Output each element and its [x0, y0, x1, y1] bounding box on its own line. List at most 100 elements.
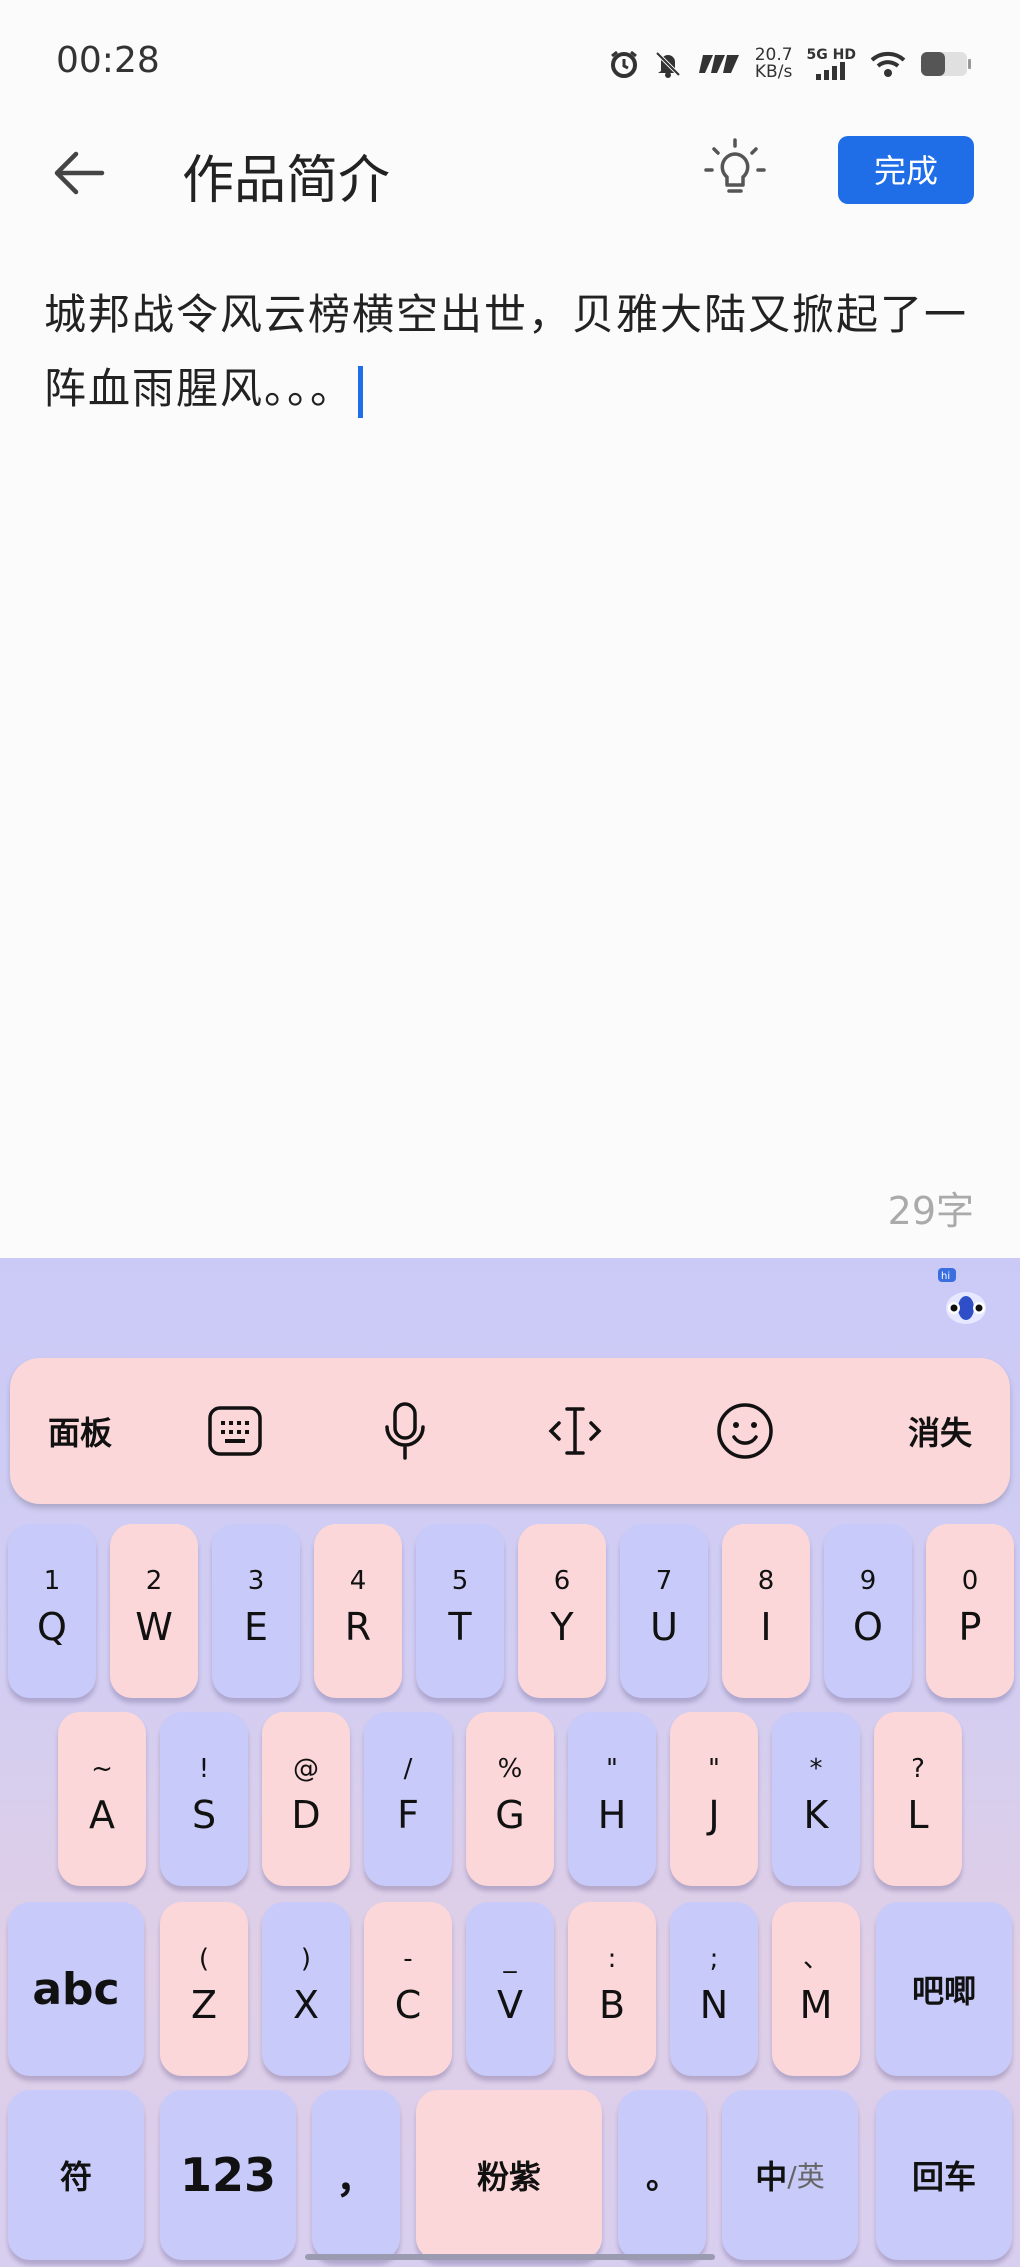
key-a[interactable]: ~ A	[58, 1712, 146, 1886]
key-r[interactable]: 4R	[314, 1524, 402, 1698]
abc-key[interactable]: abc	[8, 1902, 144, 2076]
key-symbol-label: 2	[145, 1566, 163, 1596]
key-letter-label: U	[650, 1605, 678, 1649]
network-type: 5G HD	[806, 47, 856, 63]
key-o[interactable]: 9O	[824, 1524, 912, 1698]
key-letter-label: V	[497, 1983, 523, 2027]
key-m[interactable]: 、 M	[772, 1902, 860, 2076]
key-h[interactable]: " H	[568, 1712, 656, 1886]
key-symbol-label: %	[497, 1754, 523, 1784]
comma-key[interactable]: ，	[312, 2090, 400, 2260]
key-letter-label: E	[243, 1605, 268, 1649]
key-letter-label: P	[958, 1605, 982, 1649]
text-cursor	[358, 365, 364, 418]
key-t[interactable]: 5T	[416, 1524, 504, 1698]
key-l[interactable]: ? L	[874, 1712, 962, 1886]
key-j[interactable]: " J	[670, 1712, 758, 1886]
key-letter-label: K	[803, 1793, 829, 1837]
back-arrow-icon[interactable]	[52, 146, 106, 200]
period-key[interactable]: 。	[618, 2090, 706, 2260]
key-letter-label: O	[853, 1605, 883, 1649]
status-bar: 00:28 20.7 KB/s 5G HD	[0, 0, 1020, 120]
key-symbol-label: "	[606, 1754, 618, 1784]
key-c[interactable]: -C	[364, 1902, 452, 2076]
keyboard-toolbar: 面板 消失	[10, 1358, 1010, 1504]
key-letter-label: N	[699, 1983, 729, 2027]
status-icons: 20.7 KB/s 5G HD	[609, 40, 972, 88]
number-key[interactable]: 123	[160, 2090, 296, 2260]
page-title: 作品简介	[182, 151, 391, 211]
cursor-move-icon[interactable]	[500, 1358, 650, 1504]
key-b[interactable]: :B	[568, 1902, 656, 2076]
key-e[interactable]: 3E	[212, 1524, 300, 1698]
space-key[interactable]: 粉紫	[416, 2090, 602, 2260]
symbol-key[interactable]: 符	[8, 2090, 144, 2260]
key-symbol-label: *	[809, 1754, 823, 1784]
key-symbol-label: )	[300, 1944, 312, 1974]
language-main-label: 中	[755, 2158, 788, 2196]
key-symbol-label: !	[198, 1754, 210, 1784]
microphone-icon[interactable]	[330, 1358, 480, 1504]
key-symbol-label: 7	[655, 1566, 673, 1596]
key-symbol-label: @	[293, 1754, 319, 1784]
symbol-key-label: 符	[59, 2158, 92, 2196]
key-d[interactable]: @ D	[262, 1712, 350, 1886]
wifi-icon	[870, 51, 906, 77]
language-sub-label: /英	[787, 2160, 825, 2193]
key-u[interactable]: 7U	[620, 1524, 708, 1698]
hide-keyboard-button[interactable]: 消失	[870, 1358, 1010, 1504]
key-s[interactable]: ! S	[160, 1712, 248, 1886]
key-y[interactable]: 6Y	[518, 1524, 606, 1698]
key-symbol-label: 9	[859, 1566, 877, 1596]
key-symbol-label: 5	[451, 1566, 469, 1596]
signal-icon	[816, 62, 846, 80]
key-k[interactable]: * K	[772, 1712, 860, 1886]
enter-key-label: 回车	[911, 2158, 976, 2196]
key-f[interactable]: / F	[364, 1712, 452, 1886]
status-time: 00:28	[56, 40, 160, 81]
key-w[interactable]: 2W	[110, 1524, 198, 1698]
key-letter-label: W	[135, 1605, 173, 1649]
comma-key-label: ，	[336, 2156, 376, 2202]
sticker-key[interactable]: 吧唧	[876, 1902, 1012, 2076]
signal-group: 5G HD	[807, 48, 856, 80]
key-q[interactable]: 1Q	[8, 1524, 96, 1698]
key-letter-label: M	[799, 1983, 833, 2027]
key-letter-label: Z	[190, 1983, 218, 2027]
description-editor[interactable]: 城邦战令风云榜横空出世，贝雅大陆又掀起了一阵血雨腥风。。。	[44, 278, 984, 426]
assistant-mascot-icon[interactable]: hi	[938, 1268, 990, 1328]
keyboard-switch-icon[interactable]	[160, 1358, 310, 1504]
key-x[interactable]: ) X	[262, 1902, 350, 2076]
key-symbol-label: _	[503, 1944, 517, 1974]
key-p[interactable]: 0P	[926, 1524, 1014, 1698]
key-symbol-label: "	[708, 1754, 720, 1784]
number-key-label: 123	[179, 2148, 277, 2202]
key-n[interactable]: ; N	[670, 1902, 758, 2076]
key-letter-label: B	[598, 1983, 626, 2027]
panel-button[interactable]: 面板	[10, 1358, 150, 1504]
enter-key[interactable]: 回车	[876, 2090, 1012, 2260]
key-z[interactable]: (Z	[160, 1902, 248, 2076]
key-letter-label: D	[291, 1793, 321, 1837]
key-symbol-label: 、	[802, 1944, 829, 1974]
done-button[interactable]: 完成	[838, 136, 974, 204]
key-letter-label: A	[89, 1793, 115, 1837]
key-symbol-label: ;	[709, 1944, 719, 1974]
emoji-icon[interactable]	[670, 1358, 820, 1504]
description-text: 城邦战令风云榜横空出世，贝雅大陆又掀起了一阵血雨腥风。。。	[44, 290, 969, 413]
battery-icon	[921, 52, 971, 76]
key-v[interactable]: _ V	[466, 1902, 554, 2076]
key-symbol-label: ~	[91, 1754, 113, 1784]
key-letter-label: X	[292, 1983, 320, 2027]
key-letter-label: Y	[550, 1605, 574, 1649]
char-count: 29字	[887, 1189, 974, 1233]
key-letter-label: S	[191, 1793, 217, 1837]
key-symbol-label: 8	[757, 1566, 775, 1596]
key-letter-label: Q	[37, 1605, 67, 1649]
key-letter-label: T	[448, 1605, 472, 1649]
key-i[interactable]: 8I	[722, 1524, 810, 1698]
language-switch-key[interactable]: 中/英	[722, 2090, 858, 2260]
network-speed: 20.7 KB/s	[754, 45, 793, 82]
key-g[interactable]: % G	[466, 1712, 554, 1886]
lightbulb-icon[interactable]	[702, 138, 768, 204]
